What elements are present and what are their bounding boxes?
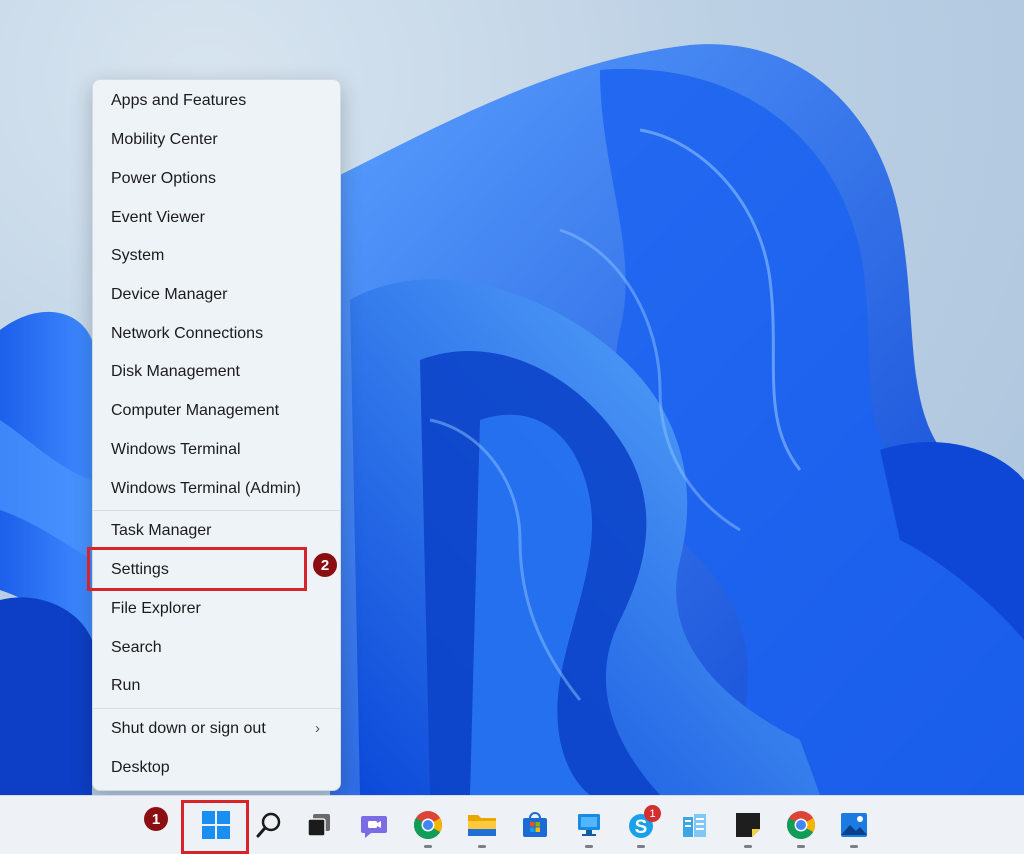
file-explorer-icon: [468, 815, 496, 836]
step-1-badge: 1: [144, 807, 168, 831]
menu-item-power-options[interactable]: Power Options: [97, 161, 336, 197]
menu-item-mobility-center[interactable]: Mobility Center: [97, 122, 336, 158]
menu-item-shut-down-or-sign-out[interactable]: Shut down or sign out ›: [97, 711, 336, 747]
photos-icon: [841, 813, 867, 837]
menu-item-desktop[interactable]: Desktop: [97, 750, 336, 786]
photos-button[interactable]: [831, 802, 877, 848]
teams-chat-icon: [361, 816, 387, 838]
chrome-icon: [787, 811, 815, 839]
remote-desktop-button[interactable]: [566, 802, 612, 848]
menu-item-computer-management[interactable]: Computer Management: [97, 393, 336, 429]
chrome-button-2[interactable]: [778, 802, 824, 848]
running-indicator: [797, 845, 805, 848]
running-indicator: [478, 845, 486, 848]
menu-item-label: Shut down or sign out: [111, 720, 266, 737]
chevron-right-icon: ›: [315, 720, 320, 737]
running-indicator: [585, 845, 593, 848]
search-icon: [256, 812, 281, 838]
skype-notification-badge: 1: [644, 805, 661, 822]
desktop: Apps and Features Mobility Center Power …: [0, 0, 1024, 795]
skype-button[interactable]: S 1: [618, 802, 664, 848]
menu-item-apps-and-features[interactable]: Apps and Features: [97, 83, 336, 119]
file-explorer-button[interactable]: [459, 802, 505, 848]
menu-item-network-connections[interactable]: Network Connections: [97, 316, 336, 352]
menu-item-run[interactable]: Run: [97, 668, 336, 704]
microsoft-store-button[interactable]: [512, 802, 558, 848]
menu-item-windows-terminal[interactable]: Windows Terminal: [97, 432, 336, 468]
menu-item-task-manager[interactable]: Task Manager: [97, 513, 336, 549]
teams-chat-button[interactable]: [351, 802, 397, 848]
taskbar-search-button[interactable]: [246, 802, 292, 848]
menu-item-system[interactable]: System: [97, 238, 336, 274]
chrome-icon: [414, 811, 442, 839]
remote-desktop-icon: [578, 814, 600, 836]
running-indicator: [424, 845, 432, 848]
settings-highlight-box: [87, 547, 307, 591]
taskbar: S 1 1: [0, 795, 1024, 854]
menu-separator: [93, 708, 340, 709]
menu-item-windows-terminal-admin[interactable]: Windows Terminal (Admin): [97, 471, 336, 507]
task-view-icon: [307, 814, 330, 837]
start-highlight-box: [181, 800, 249, 854]
running-indicator: [637, 845, 645, 848]
azure-data-studio-icon: [683, 814, 706, 837]
winx-context-menu: Apps and Features Mobility Center Power …: [92, 79, 341, 791]
step-2-badge: 2: [313, 553, 337, 577]
running-indicator: [744, 845, 752, 848]
menu-item-search[interactable]: Search: [97, 630, 336, 666]
chrome-button[interactable]: [405, 802, 451, 848]
microsoft-store-icon: [523, 812, 547, 837]
sticky-notes-button[interactable]: [725, 802, 771, 848]
sticky-notes-icon: [736, 813, 760, 837]
running-indicator: [850, 845, 858, 848]
menu-item-event-viewer[interactable]: Event Viewer: [97, 200, 336, 236]
task-view-button[interactable]: [296, 802, 342, 848]
azure-data-studio-button[interactable]: [672, 802, 718, 848]
menu-item-disk-management[interactable]: Disk Management: [97, 354, 336, 390]
menu-separator: [93, 510, 340, 511]
menu-item-file-explorer[interactable]: File Explorer: [97, 591, 336, 627]
svg-text:S: S: [635, 817, 648, 838]
menu-item-device-manager[interactable]: Device Manager: [97, 277, 336, 313]
